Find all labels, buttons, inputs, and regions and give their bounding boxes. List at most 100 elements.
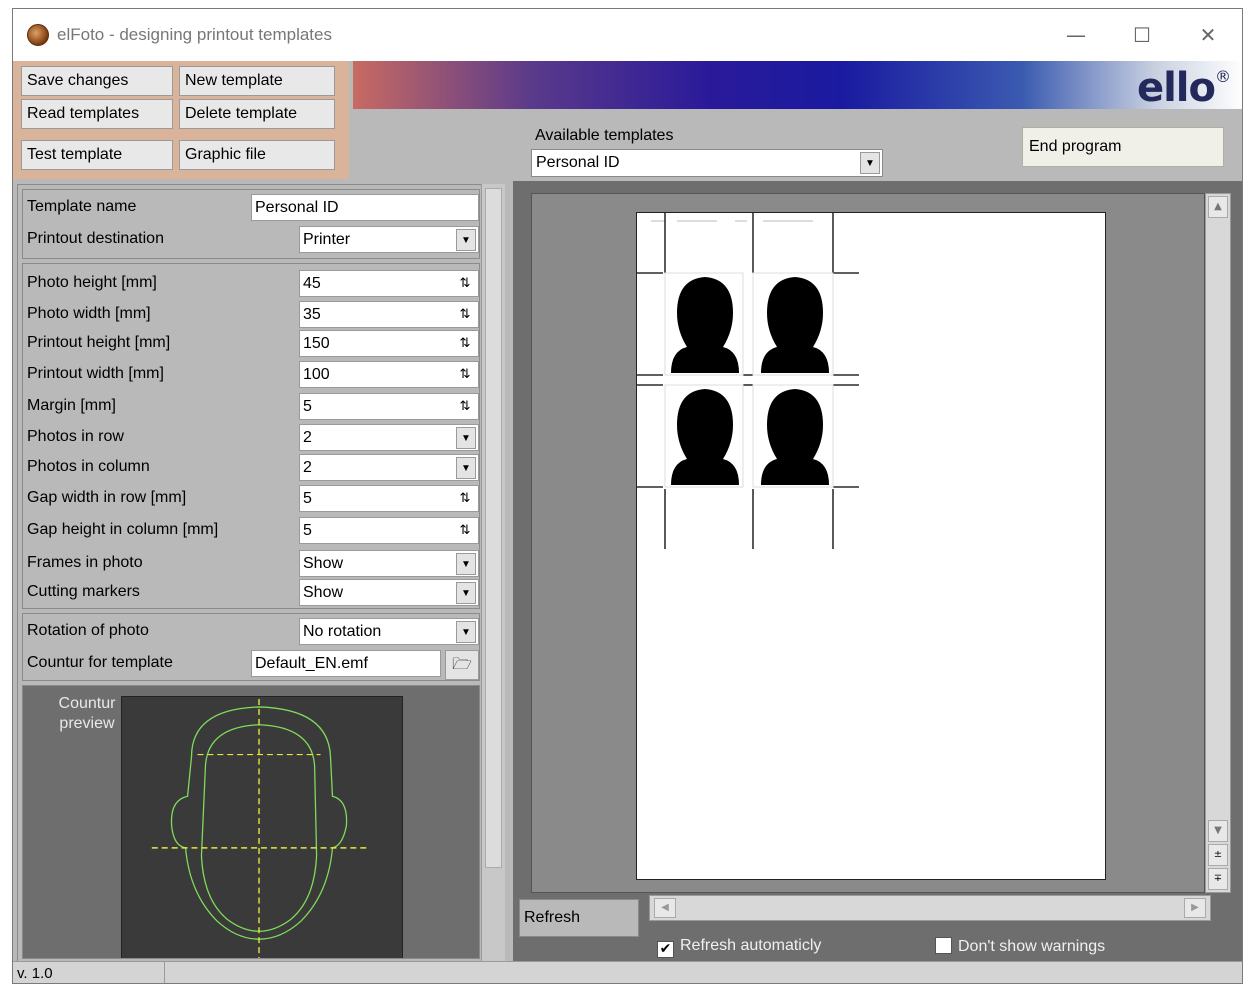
cutting-markers-label: Cutting markers [27, 583, 140, 600]
gap-height-input[interactable]: 5 ⇅ [299, 517, 479, 544]
delete-template-button[interactable]: Delete template [179, 99, 335, 129]
cutting-markers [637, 213, 859, 549]
spin-arrows-icon[interactable]: ⇅ [454, 273, 476, 294]
printout-destination-value: Printer [303, 231, 351, 248]
preview-horizontal-scrollbar[interactable]: ◀ ▶ [649, 895, 1211, 921]
maximize-button[interactable]: ☐ [1119, 19, 1165, 51]
rotation-group: Rotation of photo No rotation ▼ Countur f… [22, 613, 480, 681]
silhouette-3 [671, 389, 739, 485]
status-bar: v. 1.0 [13, 961, 1242, 983]
frames-in-photo-value: Show [303, 555, 344, 572]
close-button[interactable]: ✕ [1185, 19, 1231, 51]
gap-width-input[interactable]: 5 ⇅ [299, 485, 479, 512]
new-template-button[interactable]: New template [179, 66, 335, 96]
printout-width-row: Printout width [mm] 100 ⇅ [23, 359, 479, 389]
printout-width-label: Printout width [mm] [27, 365, 164, 382]
end-program-button[interactable]: End program [1022, 127, 1224, 167]
template-name-input[interactable]: Personal ID [251, 194, 479, 221]
template-name-group: Template name Personal ID Printout desti… [22, 189, 480, 259]
preview-vertical-scrollbar[interactable]: ▲ ▼ ± ∓ [1205, 193, 1231, 893]
chevron-down-icon[interactable]: ▼ [456, 457, 476, 479]
rotation-row: Rotation of photo No rotation ▼ [23, 616, 479, 646]
printout-height-input[interactable]: 150 ⇅ [299, 330, 479, 357]
save-changes-button[interactable]: Save changes [21, 66, 173, 96]
left-panel-scrollbar[interactable] [481, 184, 505, 962]
chevron-down-icon[interactable]: ▼ [456, 229, 476, 251]
spin-arrows-icon[interactable]: ⇅ [454, 488, 476, 509]
margin-value: 5 [303, 398, 312, 415]
photos-in-row-select[interactable]: 2 ▼ [299, 424, 479, 451]
printout-destination-select[interactable]: Printer ▼ [299, 226, 479, 253]
refresh-button[interactable]: Refresh [519, 899, 639, 937]
refresh-automatically-checkbox[interactable]: ✔ Refresh automaticly [657, 937, 821, 961]
refresh-automatically-label: Refresh automaticly [680, 937, 822, 954]
graphic-file-button[interactable]: Graphic file [179, 140, 335, 170]
template-name-label: Template name [27, 198, 137, 215]
photo-height-input[interactable]: 45 ⇅ [299, 270, 479, 297]
chevron-down-icon[interactable]: ▼ [456, 621, 476, 643]
photos-in-column-row: Photos in column 2 ▼ [23, 452, 479, 482]
contour-preview-canvas [121, 696, 403, 958]
silhouette-1 [671, 277, 739, 373]
zoom-in-icon[interactable]: ± [1208, 844, 1228, 866]
available-templates-select[interactable]: Personal ID ▼ [531, 149, 883, 177]
photo-width-row: Photo width [mm] 35 ⇅ [23, 299, 479, 329]
gap-width-label: Gap width in row [mm] [27, 489, 187, 506]
minimize-button[interactable]: — [1053, 19, 1099, 51]
photos-in-column-select[interactable]: 2 ▼ [299, 454, 479, 481]
folder-open-icon[interactable]: 🗁 [445, 650, 479, 680]
gap-width-value: 5 [303, 490, 312, 507]
countur-file-input[interactable]: Default_EN.emf [251, 650, 441, 677]
scroll-down-icon[interactable]: ▼ [1208, 820, 1228, 842]
margin-input[interactable]: 5 ⇅ [299, 393, 479, 420]
app-icon [27, 24, 49, 46]
spin-arrows-icon[interactable]: ⇅ [454, 364, 476, 385]
photos-in-row-value: 2 [303, 429, 312, 446]
countur-row: Countur for template Default_EN.emf 🗁 [23, 648, 479, 680]
chevron-down-icon[interactable]: ▼ [456, 427, 476, 449]
scroll-left-icon[interactable]: ◀ [654, 898, 676, 918]
rotation-value: No rotation [303, 623, 382, 640]
available-templates-label: Available templates [535, 127, 674, 144]
test-template-button[interactable]: Test template [21, 140, 173, 170]
logo-text: ello [1136, 65, 1216, 111]
zoom-out-icon[interactable]: ∓ [1208, 868, 1228, 890]
scroll-right-icon[interactable]: ▶ [1184, 898, 1206, 918]
spin-arrows-icon[interactable]: ⇅ [454, 304, 476, 325]
gap-height-value: 5 [303, 522, 312, 539]
template-name-row: Template name Personal ID [23, 192, 479, 222]
photo-width-value: 35 [303, 306, 321, 323]
spin-arrows-icon[interactable]: ⇅ [454, 520, 476, 541]
read-templates-button[interactable]: Read templates [21, 99, 173, 129]
cutting-markers-select[interactable]: Show ▼ [299, 579, 479, 606]
printout-width-input[interactable]: 100 ⇅ [299, 361, 479, 388]
spin-arrows-icon[interactable]: ⇅ [454, 333, 476, 354]
printout-layout [637, 213, 859, 549]
photo-width-input[interactable]: 35 ⇅ [299, 301, 479, 328]
chevron-down-icon[interactable]: ▼ [456, 582, 476, 604]
contour-preview: Countur preview [22, 685, 480, 959]
layout-parameters-group: Photo height [mm] 45 ⇅ Photo width [mm] 3… [22, 263, 480, 609]
chevron-down-icon[interactable]: ▼ [456, 553, 476, 575]
available-templates-value: Personal ID [536, 154, 620, 171]
photo-height-label: Photo height [mm] [27, 274, 157, 291]
ello-logo: ello® [1136, 65, 1231, 111]
scrollbar-thumb[interactable] [485, 188, 502, 868]
version-label: v. 1.0 [13, 962, 165, 983]
spin-arrows-icon[interactable]: ⇅ [454, 396, 476, 417]
scroll-up-icon[interactable]: ▲ [1208, 196, 1228, 218]
checkbox-unchecked-icon[interactable] [935, 937, 952, 954]
gap-height-row: Gap height in column [mm] 5 ⇅ [23, 515, 479, 545]
rotation-select[interactable]: No rotation ▼ [299, 618, 479, 645]
photo-height-row: Photo height [mm] 45 ⇅ [23, 268, 479, 298]
app-window: elFoto - designing printout templates — … [12, 8, 1243, 984]
countur-label: Countur for template [27, 654, 173, 671]
dont-show-warnings-checkbox[interactable]: Don't show warnings [935, 937, 1105, 961]
checkbox-checked-icon[interactable]: ✔ [657, 941, 674, 958]
printout-height-row: Printout height [mm] 150 ⇅ [23, 328, 479, 358]
contour-preview-label: Countur preview [47, 694, 127, 734]
contour-preview-label-line1: Countur [58, 695, 116, 712]
frames-in-photo-select[interactable]: Show ▼ [299, 550, 479, 577]
chevron-down-icon[interactable]: ▼ [860, 152, 880, 174]
printout-height-label: Printout height [mm] [27, 334, 171, 351]
